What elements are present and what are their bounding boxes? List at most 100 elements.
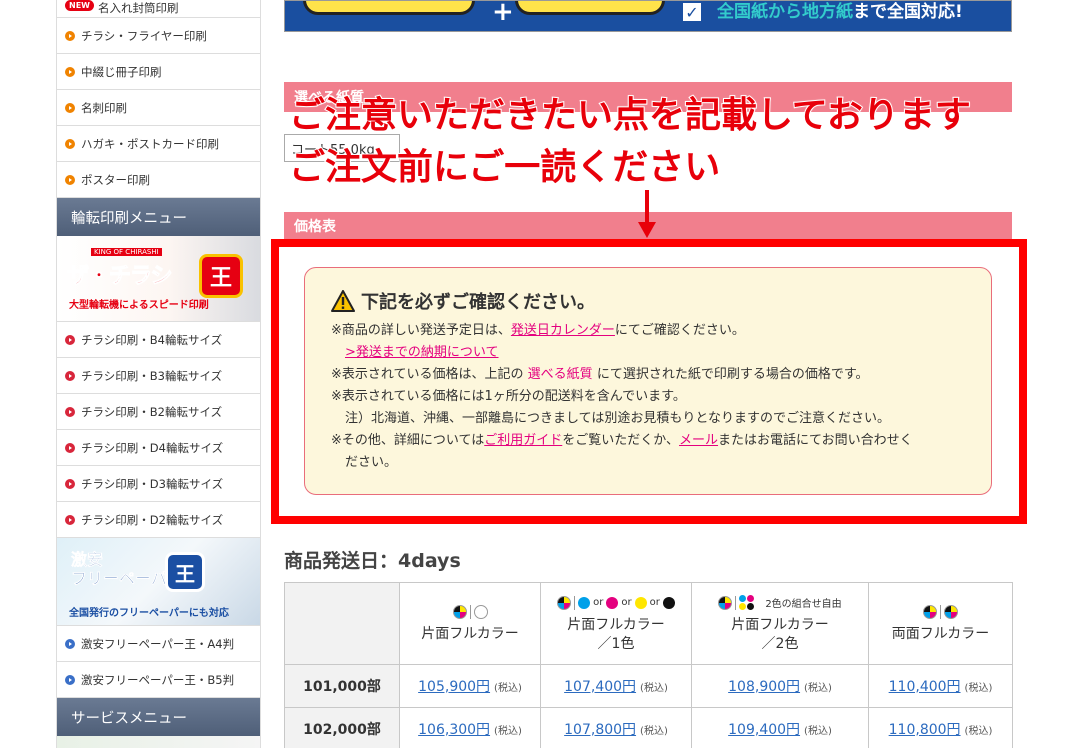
yellow-dot-icon (634, 596, 647, 609)
arrow-bullet-icon (65, 66, 75, 77)
price-link[interactable]: 110,400円 (889, 679, 961, 695)
plus-icon: + (492, 0, 514, 27)
combo-label: 2色の組合せ自由 (765, 599, 842, 610)
sidebar-item-flyer[interactable]: チラシ・フライヤー印刷 (57, 18, 260, 54)
notice-text: をご覧いただくか、 (562, 433, 680, 448)
sidebar-item-label: チラシ印刷・B2輪転サイズ (81, 404, 223, 419)
price-link[interactable]: 105,900円 (418, 679, 490, 695)
column-header-single-full-2color: 2色の組合せ自由 片面フルカラー ／2色 (691, 582, 869, 665)
price-cell: 110,400円 (税込) (868, 664, 1013, 708)
column-label: 片面フルカラー (731, 616, 829, 633)
sidebar-item-b4[interactable]: チラシ印刷・B4輪転サイズ (57, 322, 260, 358)
cmyk-icon (923, 605, 937, 619)
shipping-calendar-link[interactable]: 発送日カレンダー (511, 323, 615, 338)
top-promo-banner[interactable]: + ✓ 全国紙から地方紙まで全国対応! (284, 0, 1012, 32)
sidebar-item-booklet[interactable]: 中綴じ冊子印刷 (57, 54, 260, 90)
column-label-sub: ／1色 (597, 635, 635, 652)
price-link[interactable]: 109,400円 (728, 722, 800, 738)
promo-pill-right (515, 1, 665, 15)
arrow-bullet-icon (65, 30, 75, 41)
tax-label: (税込) (494, 726, 522, 737)
sidebar-item-b2[interactable]: チラシ印刷・B2輪転サイズ (57, 394, 260, 430)
notice-text: ださい。 (345, 455, 398, 470)
banner-tagline-white: まで全国対応! (853, 2, 963, 22)
cmyk-icon (452, 605, 467, 619)
sidebar-item-label: チラシ印刷・B3輪転サイズ (81, 368, 223, 383)
notice-line-3: ※表示されている価格は、上記の 選べる紙質 にて選択された紙で印刷する場合の価格… (331, 364, 991, 386)
email-link[interactable]: メール (679, 433, 718, 448)
arrow-bullet-icon (65, 334, 75, 345)
arrow-bullet-icon (65, 514, 75, 525)
free-paper-banner[interactable]: 激安 フリーペーパー 王 全国発行のフリーペーパーにも対応 (57, 538, 260, 626)
arrow-bullet-icon (65, 102, 75, 113)
service-banner-partial[interactable] (57, 736, 260, 748)
sidebar-item-d2[interactable]: チラシ印刷・D2輪転サイズ (57, 502, 260, 538)
annotation-line-2: ご注文前にご一読ください (288, 146, 721, 189)
column-label: 片面フルカラー (421, 626, 519, 642)
arrow-bullet-icon (65, 674, 75, 685)
sidebar-item-free-a4[interactable]: 激安フリーペーパー王・A4判 (57, 626, 260, 662)
or-label: or (621, 597, 632, 608)
tax-label: (税込) (640, 726, 668, 737)
paper-choice-highlight: 選べる紙質 (527, 367, 593, 382)
notice-line-2: >発送までの納期について (331, 342, 991, 364)
sidebar-item-label: チラシ印刷・B4輪転サイズ (81, 332, 223, 347)
notice-text: 注）北海道、沖縄、一部離島につきましては別途お見積もりとなりますのでご注意くださ… (345, 411, 890, 426)
sidebar-item-label: 中綴じ冊子印刷 (81, 64, 162, 79)
sidebar-item-b3[interactable]: チラシ印刷・B3輪転サイズ (57, 358, 260, 394)
quantity-cell: 102,000部 (284, 707, 400, 748)
cmyk-icon (557, 595, 572, 610)
arrow-bullet-icon (65, 138, 75, 149)
chirashi-king-banner[interactable]: KING OF CHIRASHI ザ・チラシ 王 大型輪転機によるスピード印刷 (57, 236, 260, 322)
sidebar-item-poster[interactable]: ポスター印刷 (57, 162, 260, 198)
column-label: 両面フルカラー (891, 626, 990, 642)
sidebar-item-d4[interactable]: チラシ印刷・D4輪転サイズ (57, 430, 260, 466)
arrow-bullet-icon (65, 370, 75, 381)
delivery-time-link[interactable]: >発送までの納期について (345, 345, 499, 360)
black-dot-icon (662, 596, 675, 609)
sidebar-item-business-card[interactable]: 名刺印刷 (57, 90, 260, 126)
price-cell: 110,800円 (税込) (868, 707, 1013, 748)
tax-label: (税込) (964, 726, 993, 737)
column-header-double-full: 両面フルカラー (868, 582, 1013, 665)
notice-text: ※その他、詳細については (331, 433, 485, 448)
sidebar-item-label: チラシ印刷・D3輪転サイズ (81, 476, 224, 491)
sidebar-item-envelope[interactable]: NEW 名入れ封筒印刷 (57, 0, 260, 18)
sidebar-item-label: 名刺印刷 (81, 100, 127, 115)
price-link[interactable]: 106,300円 (418, 722, 490, 738)
table-row: 101,000部 105,900円 (税込) 107,400円 (税込) 108,9… (284, 664, 1013, 708)
sidebar-item-free-b5[interactable]: 激安フリーペーパー王・B5判 (57, 662, 260, 698)
user-guide-link[interactable]: ご利用ガイド (484, 433, 562, 448)
banner-title: ザ・チラシ (67, 264, 174, 290)
notice-box: 下記を必ずご確認ください。 ※商品の詳しい発送予定日は、発送日カレンダーにてご確… (304, 267, 992, 495)
sidebar-item-postcard[interactable]: ハガキ・ポストカード印刷 (57, 126, 260, 162)
tax-label: (税込) (640, 683, 668, 694)
notice-text: にてご確認ください。 (614, 323, 745, 338)
column-header-single-full-1color: or or or 片面フルカラー ／1色 (540, 582, 692, 665)
color-icons (869, 603, 1012, 621)
price-link[interactable]: 107,800円 (564, 722, 636, 738)
price-link[interactable]: 107,400円 (564, 679, 636, 695)
cyan-dot-icon (578, 596, 591, 609)
cmyk-icon (944, 605, 958, 619)
notice-line-4: ※表示されている価格には1ヶ所分の配送料を含んでいます。 (331, 389, 686, 404)
magenta-dot-icon (606, 596, 619, 609)
sidebar-item-label: チラシ・フライヤー印刷 (81, 28, 207, 43)
price-link[interactable]: 110,800円 (889, 722, 961, 738)
sidebar-item-label: 激安フリーペーパー王・A4判 (81, 636, 235, 651)
or-label: or (593, 597, 604, 608)
notice-line-5: 注）北海道、沖縄、一部離島につきましては別途お見積もりとなりますのでご注意くださ… (331, 408, 991, 430)
blank-side-icon (473, 605, 488, 619)
sidebar-item-label: 激安フリーペーパー王・B5判 (81, 672, 235, 687)
checkbox-icon: ✓ (681, 1, 703, 23)
sidebar-item-label: ポスター印刷 (81, 172, 150, 187)
price-cell: 108,900円 (税込) (691, 664, 869, 708)
tax-label: (税込) (964, 683, 993, 694)
price-link[interactable]: 108,900円 (728, 679, 800, 695)
banner-tagline: 全国紙から地方紙まで全国対応! (717, 1, 963, 23)
arrow-bullet-icon (65, 406, 75, 417)
banner-title-line1: 激安 (71, 550, 104, 570)
sidebar: NEW 名入れ封筒印刷 チラシ・フライヤー印刷 中綴じ冊子印刷 名刺印刷 ハガキ… (56, 0, 261, 748)
column-label: 片面フルカラー (567, 616, 665, 633)
sidebar-item-d3[interactable]: チラシ印刷・D3輪転サイズ (57, 466, 260, 502)
